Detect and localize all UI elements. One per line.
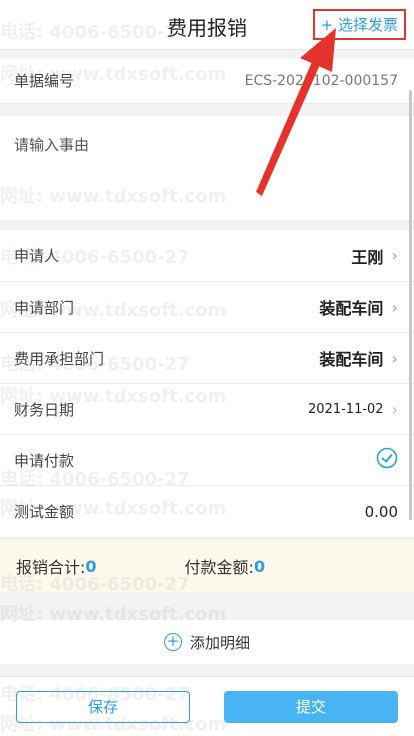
finance-date-row[interactable]: 财务日期 2021-11-02 › <box>0 384 414 435</box>
select-invoice-button[interactable]: + 选择发票 <box>312 9 406 40</box>
summary-bar: 报销合计: 0 付款金额: 0 <box>0 540 414 592</box>
department-row[interactable]: 申请部门 装配车间 › <box>0 282 414 333</box>
department-value: 装配车间 <box>319 299 384 318</box>
plus-circle-icon: + <box>163 633 182 651</box>
total-label: 报销合计: <box>16 558 86 577</box>
chevron-right-icon: › <box>391 399 398 419</box>
chevron-right-icon: › <box>391 348 398 368</box>
footer: 保存 提交 <box>0 676 414 736</box>
doc-no-value: ECS-2021102-000157 <box>244 72 398 89</box>
applicant-row[interactable]: 申请人 王刚 › <box>0 230 414 282</box>
pay-label: 付款金额: <box>184 558 254 577</box>
check-circle-icon[interactable] <box>376 447 398 473</box>
cost-department-row[interactable]: 费用承担部门 装配车间 › <box>0 333 414 384</box>
finance-date-label: 财务日期 <box>14 400 75 419</box>
applicant-value: 王刚 <box>351 247 384 267</box>
test-amount-row[interactable]: 测试金额 0.00 <box>0 486 414 538</box>
add-detail-label: 添加明细 <box>189 633 250 652</box>
finance-date-value: 2021-11-02 <box>308 401 384 417</box>
applicant-label: 申请人 <box>14 247 60 265</box>
doc-no-row: 单据编号 ECS-2021102-000157 <box>0 58 414 104</box>
test-amount-label: 测试金额 <box>14 503 75 521</box>
submit-button[interactable]: 提交 <box>224 691 398 723</box>
doc-no-label: 单据编号 <box>14 72 75 90</box>
apply-payment-label: 申请付款 <box>14 451 75 470</box>
chevron-right-icon: › <box>391 246 398 265</box>
pay-value: 0 <box>253 556 266 576</box>
chevron-right-icon: › <box>391 297 398 317</box>
header: 费用报销 + 选择发票 <box>0 0 414 50</box>
apply-payment-row: 申请付款 <box>0 435 414 486</box>
save-button[interactable]: 保存 <box>16 691 190 723</box>
test-amount-value: 0.00 <box>364 502 398 521</box>
scrollbar[interactable] <box>409 90 412 520</box>
add-detail-button[interactable]: + 添加明细 <box>0 620 414 664</box>
cost-department-label: 费用承担部门 <box>14 349 105 368</box>
reason-input[interactable]: 请输入事由 <box>0 116 414 220</box>
cost-department-value: 装配车间 <box>319 350 384 369</box>
department-label: 申请部门 <box>14 298 75 317</box>
total-value: 0 <box>85 556 97 576</box>
